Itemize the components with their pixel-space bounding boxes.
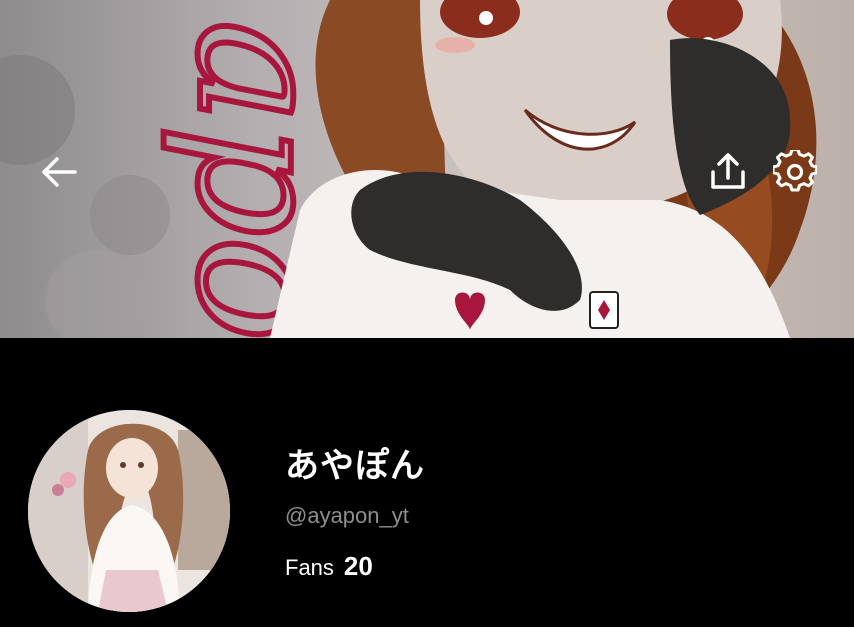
back-button[interactable] xyxy=(35,148,83,196)
share-button[interactable] xyxy=(704,148,752,196)
user-handle: @ayapon_yt xyxy=(285,503,409,528)
avatar[interactable] xyxy=(28,410,230,612)
fans-count-row[interactable]: Fans 20 xyxy=(285,551,373,582)
gear-icon xyxy=(773,150,817,192)
fans-count: 20 xyxy=(343,551,373,581)
display-name: あやぽん xyxy=(285,446,425,486)
arrow-left-icon xyxy=(42,157,77,187)
profile-screen: apo あやぽん @ayapon_yt Fans 20 xyxy=(0,0,854,627)
cover-banner: apo xyxy=(0,0,854,338)
share-upload-icon xyxy=(711,153,745,189)
profile-section: あやぽん @ayapon_yt Fans 20 xyxy=(0,338,854,627)
fans-label: Fans xyxy=(285,555,334,580)
settings-button[interactable] xyxy=(771,148,819,196)
avatar-image xyxy=(28,410,230,612)
